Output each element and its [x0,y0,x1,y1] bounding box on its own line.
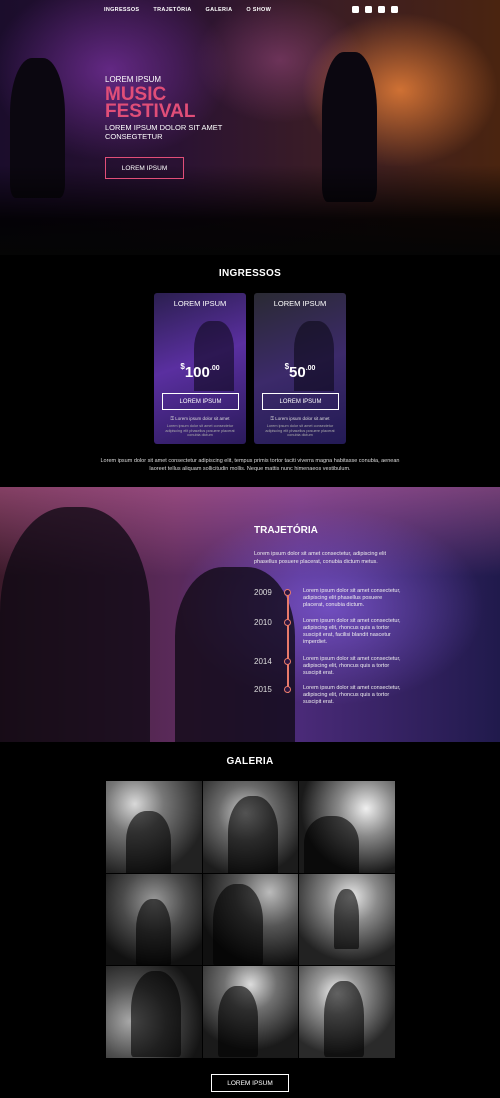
ticket-card-2: LOREM IPSUM $50.00 LOREM IPSUM ⚿ Lorem i… [254,293,346,444]
gallery-grid [106,781,395,1058]
ticket-note: ⚿ Lorem ipsum dolor sit amet [254,416,346,421]
social-links [352,6,398,13]
ticket-note: ⚿ Lorem ipsum dolor sit amet [154,416,246,421]
ingressos-title: INGRESSOS [218,268,282,279]
timeline-text: Lorem ipsum dolor sit amet consectetur, … [303,588,401,608]
timeline-year: 2015 [254,685,272,694]
timeline-year: 2014 [254,657,272,666]
timeline-line [287,591,289,693]
ticket-price: $100.00 [154,362,246,382]
gallery-image[interactable] [299,966,395,1058]
gallery-image[interactable] [202,873,299,966]
crowd-overlay [0,165,500,255]
galeria-title: GALERIA [226,756,274,767]
nav-item-galeria[interactable]: GALERIA [206,7,233,13]
ticket-fine-print: Lorem ipsum dolor sit amet consectetur a… [265,424,335,437]
price-cents: .00 [305,365,316,372]
ticket-header: LOREM IPSUM [273,299,327,308]
timeline-text: Lorem ipsum dolor sit amet consectetur, … [303,618,401,645]
ticket-buy-button[interactable]: LOREM IPSUM [162,393,239,410]
ingressos-description: Lorem ipsum dolor sit amet consectetur a… [100,458,400,472]
ticket-note-text: Lorem ipsum dolor sit amet [175,416,230,421]
trajetoria-lead: Lorem ipsum dolor sit amet consectetur, … [254,551,387,565]
drummer-silhouette [175,567,295,742]
timeline-text: Lorem ipsum dolor sit amet consectetur, … [303,685,401,705]
gallery-image[interactable] [202,781,299,873]
timeline-dot [284,589,291,596]
timeline-dot [284,686,291,693]
gallery-image[interactable] [299,873,395,966]
gallery-image[interactable] [106,873,202,966]
nav-item-o-show[interactable]: O SHOW [246,7,271,13]
price-value: 100 [184,364,210,381]
hero-section: INGRESSOS TRAJETÓRIA GALERIA O SHOW LORE… [0,0,500,255]
price-value: 50 [289,364,306,381]
trajetoria-title: TRAJETÓRIA [254,525,318,536]
ticket-price: $50.00 [254,362,346,382]
ticket-header: LOREM IPSUM [173,299,227,308]
hero-title: MUSIC FESTIVAL [105,85,225,122]
facebook-icon[interactable] [352,6,359,13]
trajetoria-section: TRAJETÓRIA Lorem ipsum dolor sit amet co… [0,487,500,742]
hero-subtitle: LOREM IPSUM DOLOR SIT AMET CONSEGTETUR [105,123,223,141]
gallery-image[interactable] [106,781,202,873]
main-nav: INGRESSOS TRAJETÓRIA GALERIA O SHOW [104,7,271,13]
twitter-icon[interactable] [365,6,372,13]
lock-icon: ⚿ [170,416,174,421]
hero-title-line2: FESTIVAL [105,101,196,122]
youtube-icon[interactable] [378,6,385,13]
gallery-image[interactable] [202,966,299,1058]
timeline-year: 2010 [254,618,272,627]
lock-icon: ⚿ [270,416,274,421]
musician-silhouette [0,507,150,742]
timeline-year: 2009 [254,588,272,597]
gallery-image[interactable] [106,966,202,1058]
timeline-dot [284,658,291,665]
price-cents: .00 [209,365,220,372]
nav-item-trajetoria[interactable]: TRAJETÓRIA [153,7,191,13]
hero-cta-button[interactable]: LOREM IPSUM [105,157,184,179]
hero-kicker: LOREM IPSUM [105,75,162,84]
ticket-card-1: LOREM IPSUM $100.00 LOREM IPSUM ⚿ Lorem … [154,293,246,444]
ticket-note-text: Lorem ipsum dolor sit amet [275,416,330,421]
instagram-icon[interactable] [391,6,398,13]
nav-item-ingressos[interactable]: INGRESSOS [104,7,139,13]
timeline-dot [284,619,291,626]
gallery-more-button[interactable]: LOREM IPSUM [211,1074,289,1092]
ticket-fine-print: Lorem ipsum dolor sit amet consectetur a… [165,424,235,437]
ticket-buy-button[interactable]: LOREM IPSUM [262,393,339,410]
gallery-image[interactable] [299,781,395,873]
timeline-text: Lorem ipsum dolor sit amet consectetur, … [303,656,401,676]
